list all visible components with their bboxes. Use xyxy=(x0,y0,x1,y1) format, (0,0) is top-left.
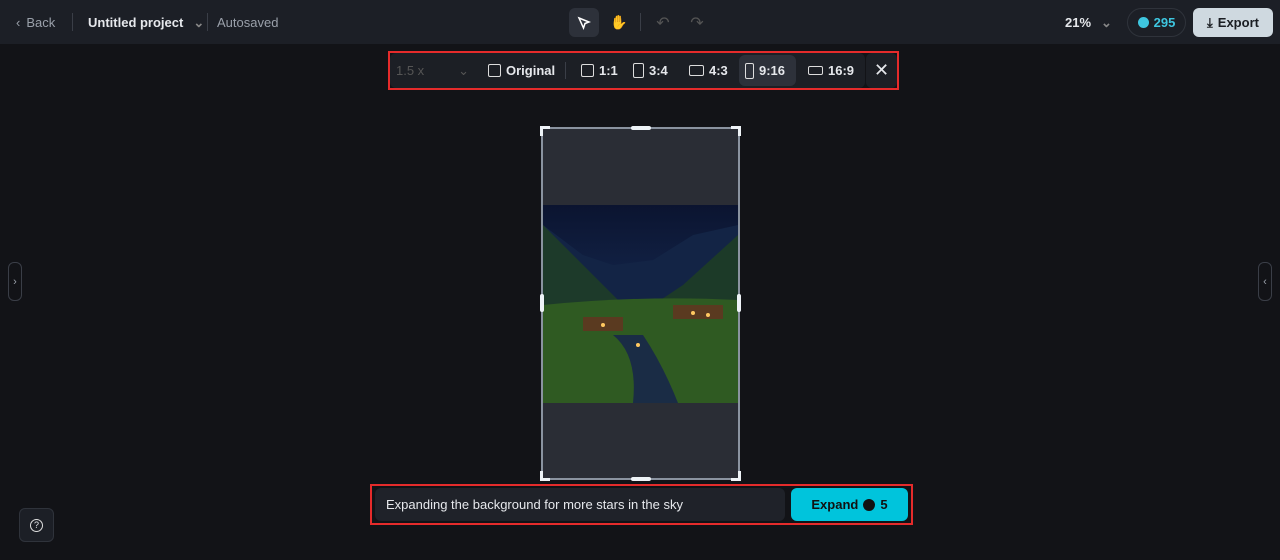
ratio-4-3[interactable]: 4:3 xyxy=(683,55,734,86)
resize-handle-bottom[interactable] xyxy=(631,477,651,481)
credit-icon xyxy=(863,498,876,511)
zoom-dropdown[interactable]: 21% ⌄ xyxy=(1065,15,1112,31)
hand-icon: ✋ xyxy=(610,14,628,30)
close-icon: ✕ xyxy=(873,60,890,80)
canvas-image xyxy=(543,205,738,403)
expand-prompt-bar: Expand5 xyxy=(370,484,913,525)
expand-button[interactable]: Expand 5 xyxy=(791,488,908,521)
ratio-16-9[interactable]: 16:9 xyxy=(802,55,860,86)
scale-dropdown[interactable]: 1.5 x ⌄ xyxy=(390,55,475,86)
ratio-3-4[interactable]: 3:4 xyxy=(627,55,674,86)
export-button[interactable]: ⤓ Export xyxy=(1193,8,1273,37)
square-icon xyxy=(581,64,594,77)
close-button[interactable]: ✕ xyxy=(866,53,897,88)
resize-handle-right[interactable] xyxy=(737,294,741,312)
undo-button[interactable]: ↶ xyxy=(648,8,678,37)
chevron-right-icon: › xyxy=(13,275,17,288)
right-panel-toggle[interactable]: ‹ xyxy=(1258,262,1272,301)
prompt-input[interactable] xyxy=(375,488,785,521)
portrait-icon xyxy=(633,63,644,78)
top-bar: ‹ Back Untitled project ⌄ Autosaved ✋ ↶ ↷ … xyxy=(0,0,1280,44)
help-button[interactable]: ? xyxy=(19,508,54,542)
expand-frame[interactable] xyxy=(540,126,741,481)
cursor-icon xyxy=(577,16,591,30)
resize-handle-left[interactable] xyxy=(540,294,544,312)
undo-icon: ↶ xyxy=(656,14,670,32)
aspect-ratio-toolbar: 1.5 x ⌄ Original 1:1 3:4 4:3 9:16 16:9 ✕ xyxy=(388,51,899,90)
select-tool-button[interactable] xyxy=(569,8,599,37)
left-panel-toggle[interactable]: › xyxy=(8,262,22,301)
download-icon: ⤓ xyxy=(1207,14,1213,30)
original-ratio-icon xyxy=(488,64,501,77)
chevron-left-icon: ‹ xyxy=(16,15,21,30)
redo-button[interactable]: ↷ xyxy=(682,8,712,37)
ratio-1-1[interactable]: 1:1 xyxy=(575,55,624,86)
credits-badge[interactable]: 295 xyxy=(1127,8,1186,37)
pan-tool-button[interactable]: ✋ xyxy=(604,8,634,37)
project-title-dropdown[interactable]: Untitled project ⌄ xyxy=(88,15,204,31)
chevron-left-icon: ‹ xyxy=(1263,275,1267,288)
credit-icon xyxy=(1137,17,1149,28)
wide-landscape-icon xyxy=(808,66,823,75)
tall-portrait-icon xyxy=(745,62,754,79)
help-icon: ? xyxy=(30,518,43,532)
back-button[interactable]: ‹ Back xyxy=(16,15,55,30)
chevron-down-icon: ⌄ xyxy=(1101,15,1112,30)
ratio-9-16[interactable]: 9:16 xyxy=(739,55,796,86)
save-status: Autosaved xyxy=(217,15,279,30)
landscape-icon xyxy=(689,65,704,76)
ratio-original[interactable]: Original xyxy=(482,55,561,86)
resize-handle-top[interactable] xyxy=(631,126,651,130)
chevron-down-icon: ⌄ xyxy=(458,62,469,78)
chevron-down-icon: ⌄ xyxy=(193,15,205,30)
redo-icon: ↷ xyxy=(690,14,704,32)
